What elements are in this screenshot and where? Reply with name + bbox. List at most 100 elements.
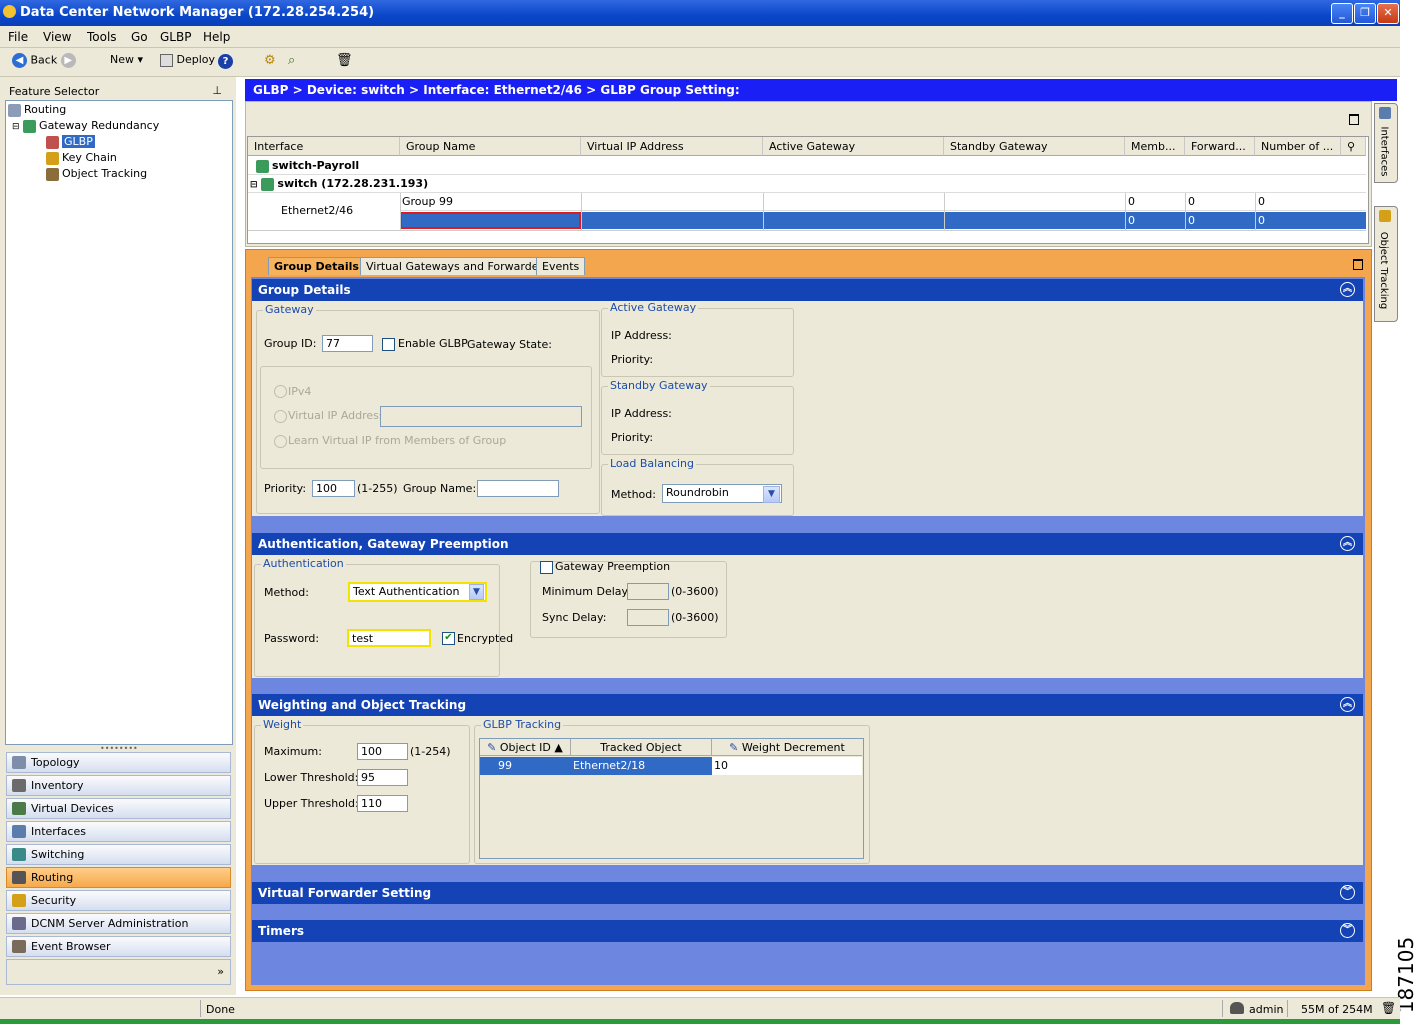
weighting-header[interactable]: Weighting and Object Tracking ︽ <box>252 694 1363 716</box>
lower-threshold-input[interactable]: 95 <box>357 769 408 786</box>
enable-glbp-checkbox[interactable] <box>382 338 395 351</box>
tree-item-routing[interactable]: Routing <box>8 103 66 117</box>
collapse-section-icon[interactable]: ︽ <box>1340 697 1355 712</box>
interfaces-icon <box>1379 107 1391 119</box>
upper-threshold-input[interactable]: 110 <box>357 795 408 812</box>
nav-topology[interactable]: Topology <box>6 752 231 773</box>
col-active-gateway[interactable]: Active Gateway <box>763 137 944 156</box>
col-group-name[interactable]: Group Name <box>400 137 581 156</box>
members-cell: 0 <box>1128 195 1135 208</box>
switch-icon <box>261 177 275 191</box>
priority-input[interactable]: 100 <box>312 480 355 497</box>
maximize-panel-icon[interactable] <box>1353 259 1363 270</box>
menu-file[interactable]: File <box>8 30 28 44</box>
collapse-section-icon[interactable]: ︽ <box>1340 282 1355 297</box>
minimize-button[interactable]: _ <box>1331 3 1353 24</box>
maximum-weight-input[interactable]: 100 <box>357 743 408 760</box>
device-row-switch[interactable]: ⊟ switch (172.28.231.193) <box>250 177 428 191</box>
expand-section-icon[interactable]: ︾ <box>1340 923 1355 938</box>
encrypted-checkbox[interactable]: ✔ <box>442 632 455 645</box>
password-input[interactable]: test <box>347 629 431 647</box>
menu-view[interactable]: View <box>43 30 71 44</box>
tree-item-object-tracking[interactable]: Object Tracking <box>46 167 147 181</box>
collapse-icon: ⊟ <box>250 180 258 190</box>
col-interface[interactable]: Interface <box>248 137 400 156</box>
side-tab-interfaces[interactable]: Interfaces <box>1374 103 1398 183</box>
status-text: Done <box>206 1003 235 1016</box>
nav-interfaces[interactable]: Interfaces <box>6 821 231 842</box>
help-icon[interactable]: ? <box>218 54 233 69</box>
ipv4-radio[interactable] <box>274 385 287 398</box>
authentication-header[interactable]: Authentication, Gateway Preemption ︽ <box>252 533 1363 555</box>
forwarders-cell: 0 <box>1188 214 1195 227</box>
collapse-section-icon[interactable]: ︽ <box>1340 536 1355 551</box>
group-name-edit-cell[interactable] <box>400 212 581 229</box>
menu-go[interactable]: Go <box>131 30 148 44</box>
group-details-header[interactable]: Group Details ︽ <box>252 279 1363 301</box>
interface-cell[interactable]: Ethernet2/46 <box>281 204 353 217</box>
window-title: Data Center Network Manager (172.28.254.… <box>20 5 375 20</box>
col-settings-icon[interactable]: ⚲ <box>1341 137 1366 156</box>
new-button[interactable]: New ▾ <box>110 53 143 66</box>
deploy-button[interactable]: Deploy <box>160 53 215 67</box>
gateway-preemption-checkbox[interactable] <box>540 561 553 574</box>
menu-help[interactable]: Help <box>203 30 230 44</box>
lock-icon <box>12 894 26 907</box>
device-row-payroll[interactable]: switch-Payroll <box>256 159 359 173</box>
col-standby-gateway[interactable]: Standby Gateway <box>944 137 1125 156</box>
pin-icon[interactable]: ⊥ <box>212 84 222 97</box>
col-members[interactable]: Memb... <box>1125 137 1185 156</box>
chevron-down-icon: ▼ <box>469 584 484 600</box>
virtual-ip-input[interactable] <box>380 406 582 427</box>
virtual-ip-radio[interactable] <box>274 410 287 423</box>
link-icon[interactable]: ⚙ <box>264 53 276 68</box>
menu-glbp[interactable]: GLBP <box>160 30 191 44</box>
expand-section-icon[interactable]: ︾ <box>1340 885 1355 900</box>
maximize-panel-icon[interactable] <box>1349 114 1359 125</box>
nav-routing[interactable]: Routing <box>6 867 231 888</box>
minimum-delay-input[interactable] <box>627 583 669 600</box>
switch-icon <box>256 159 269 173</box>
learn-vip-radio[interactable] <box>274 435 287 448</box>
weight-decrement-cell[interactable]: 10 <box>712 757 862 775</box>
maximize-button[interactable]: ❐ <box>1354 3 1376 24</box>
trash-icon[interactable]: 🗑 <box>336 53 353 68</box>
col-tracked-object[interactable]: Tracked Object <box>571 739 712 756</box>
search-icon[interactable]: ⌕ <box>288 53 295 68</box>
auth-method-select[interactable]: Text Authentication ▼ <box>348 582 487 602</box>
col-forwarders[interactable]: Forward... <box>1185 137 1255 156</box>
load-balancing-method-select[interactable]: Roundrobin ▼ <box>662 484 782 503</box>
group-name-input[interactable] <box>477 480 559 497</box>
col-weight-decrement[interactable]: ✎ Weight Decrement <box>712 739 862 756</box>
topology-icon <box>12 756 26 769</box>
menu-tools[interactable]: Tools <box>87 30 117 44</box>
tree-item-gateway-redundancy[interactable]: ⊟ Gateway Redundancy <box>12 119 159 133</box>
tracking-table: ✎ Object ID ▲ Tracked Object ✎ Weight De… <box>479 738 864 859</box>
garbage-collect-icon[interactable]: 🗑 <box>1381 1001 1396 1015</box>
tab-events[interactable]: Events <box>536 257 586 275</box>
virtual-forwarder-header[interactable]: Virtual Forwarder Setting ︾ <box>252 882 1363 904</box>
close-button[interactable]: ✕ <box>1377 3 1399 24</box>
side-tab-object-tracking[interactable]: Object Tracking <box>1374 206 1398 322</box>
tree-item-glbp[interactable]: GLBP <box>46 135 95 149</box>
col-virtual-ip[interactable]: Virtual IP Address <box>581 137 763 156</box>
nav-security[interactable]: Security <box>6 890 231 911</box>
nav-inventory[interactable]: Inventory <box>6 775 231 796</box>
tab-group-details[interactable]: Group Details <box>268 257 365 275</box>
nav-event-browser[interactable]: Event Browser <box>6 936 231 957</box>
tab-virtual-gateways[interactable]: Virtual Gateways and Forwarders <box>360 257 555 275</box>
tracking-row[interactable]: 99 Ethernet2/18 10 <box>480 757 862 775</box>
back-button[interactable]: ◀ Back ▶ <box>12 53 76 68</box>
nav-virtual-devices[interactable]: Virtual Devices <box>6 798 231 819</box>
group-name-cell[interactable]: Group 99 <box>402 195 453 208</box>
nav-overflow-button[interactable]: » <box>6 959 231 985</box>
nav-dcnm-server-admin[interactable]: DCNM Server Administration <box>6 913 231 934</box>
group-id-input[interactable]: 77 <box>322 335 373 352</box>
tree-item-key-chain[interactable]: Key Chain <box>46 151 117 165</box>
col-object-id[interactable]: ✎ Object ID ▲ <box>480 739 571 756</box>
col-number[interactable]: Number of ... <box>1255 137 1341 156</box>
nav-switching[interactable]: Switching <box>6 844 231 865</box>
user-name: admin <box>1249 1003 1284 1016</box>
timers-header[interactable]: Timers ︾ <box>252 920 1363 942</box>
sync-delay-input[interactable] <box>627 609 669 626</box>
